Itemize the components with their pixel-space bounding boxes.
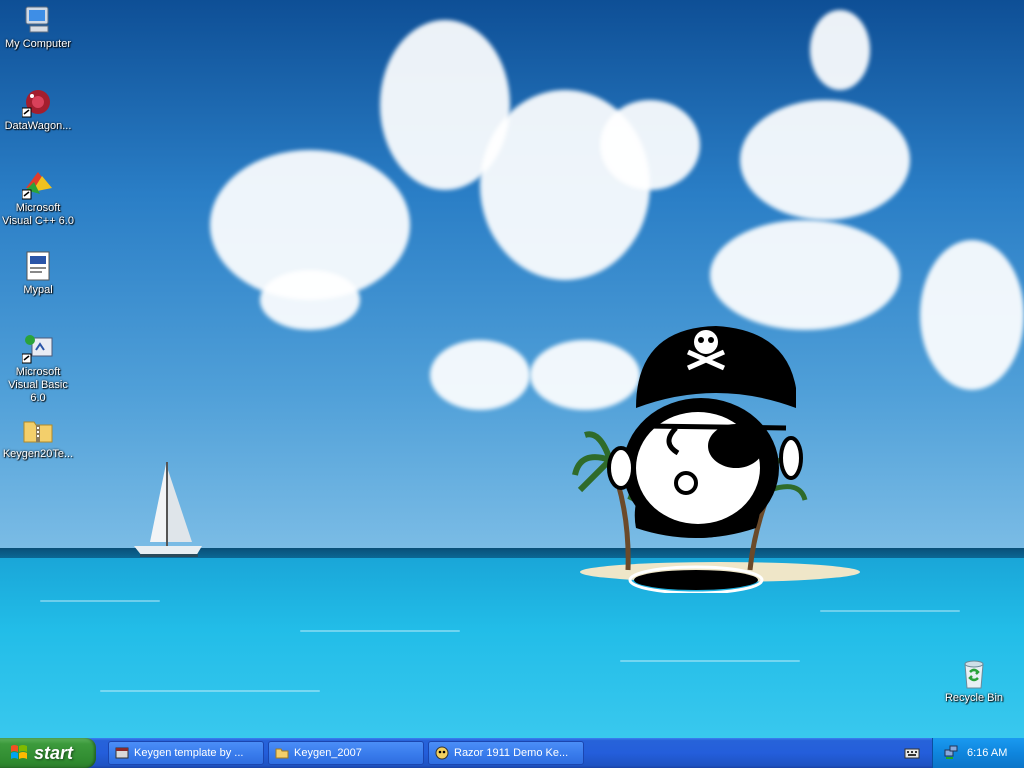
taskbar-button-label: Razor 1911 Demo Ke...	[454, 747, 569, 759]
desktop-icon-visual-basic[interactable]: Microsoft Visual Basic 6.0	[0, 332, 76, 405]
clock[interactable]: 6:16 AM	[967, 747, 1007, 759]
razor-app-icon	[435, 746, 449, 760]
taskbar-button-label: Keygen_2007	[294, 747, 362, 759]
desktop: My Computer DataWagon... Microsoft Visua…	[0, 0, 1024, 738]
desktop-icon-label: Recycle Bin	[944, 692, 1004, 704]
keyboard-icon[interactable]	[904, 746, 920, 765]
desktop-icon-recycle-bin[interactable]: Recycle Bin	[936, 658, 1012, 705]
datawagon-icon	[21, 86, 54, 118]
cloud	[430, 340, 530, 410]
taskbar-button-label: Keygen template by ...	[134, 747, 244, 759]
cloud	[710, 220, 900, 330]
network-icon[interactable]	[943, 744, 959, 763]
desktop-icon-label: Keygen20Te...	[2, 448, 74, 460]
desktop-icon-my-computer[interactable]: My Computer	[0, 4, 76, 51]
cloud	[920, 240, 1024, 390]
start-label: start	[34, 742, 74, 763]
cloud	[600, 100, 700, 190]
taskbar-button-keygen-folder[interactable]: Keygen_2007	[268, 741, 424, 765]
visual-cpp-icon	[21, 168, 54, 200]
start-button[interactable]: start	[0, 738, 96, 768]
wave	[620, 660, 800, 662]
wave	[40, 600, 160, 602]
wave	[100, 690, 320, 692]
desktop-icon-label: Mypal	[23, 284, 53, 296]
taskbar-button-keygen-template[interactable]: Keygen template by ...	[108, 741, 264, 765]
wave	[300, 630, 460, 632]
desktop-icon-label: Microsoft Visual C++ 6.0	[2, 202, 74, 227]
cloud	[810, 10, 870, 90]
desktop-icon-visual-cpp[interactable]: Microsoft Visual C++ 6.0	[0, 168, 76, 228]
desktop-icon-datawagon[interactable]: DataWagon...	[0, 86, 76, 133]
desktop-icon-mypal[interactable]: Mypal	[0, 250, 76, 297]
desktop-icon-label: DataWagon...	[4, 120, 72, 132]
desktop-icon-label: My Computer	[4, 38, 72, 50]
folder-icon	[275, 746, 289, 760]
mypal-document-icon	[22, 250, 54, 282]
visual-basic-icon	[21, 332, 54, 364]
cloud	[740, 100, 910, 220]
desktop-icon-label: Microsoft Visual Basic 6.0	[8, 366, 68, 404]
system-tray: 6:16 AM	[932, 738, 1024, 768]
wallpaper-sea	[0, 558, 1024, 738]
cloud	[260, 270, 360, 330]
taskbar: start Keygen template by ... Keygen_2007…	[0, 738, 1024, 768]
pirate-character-graphic	[607, 326, 803, 593]
zip-folder-icon	[22, 414, 54, 446]
recycle-bin-icon	[958, 658, 990, 690]
taskbar-button-razor-demo[interactable]: Razor 1911 Demo Ke...	[428, 741, 584, 765]
my-computer-icon	[22, 4, 54, 36]
sailboat-graphic	[134, 462, 202, 557]
app-window-icon	[115, 746, 129, 760]
windows-logo-icon	[11, 745, 27, 759]
wave	[820, 610, 960, 612]
desktop-icon-keygen-zip[interactable]: Keygen20Te...	[0, 414, 76, 461]
